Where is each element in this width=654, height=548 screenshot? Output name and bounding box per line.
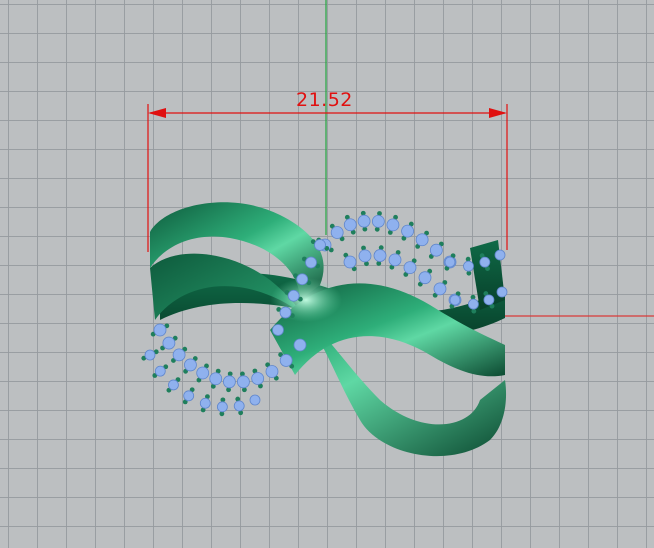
viewport-scene [141, 0, 654, 457]
pave-stone [279, 306, 292, 319]
pave-stone [314, 239, 326, 251]
pave-stone [249, 394, 261, 406]
dimension-arrow-left-icon [148, 108, 166, 118]
pave-stone [251, 372, 265, 385]
pave-stone [433, 282, 447, 296]
pave-stone [216, 401, 228, 413]
pave-stone [296, 273, 309, 286]
pave-stone [272, 324, 284, 336]
pave-stone [172, 348, 186, 362]
pave-stone [358, 249, 372, 263]
pave-stone [199, 397, 211, 409]
pave-stone [287, 289, 300, 302]
pave-stone [154, 365, 166, 377]
pave-stone [183, 390, 195, 402]
dimension-arrow-right-icon [489, 108, 507, 118]
pave-stone [496, 286, 508, 298]
pave-stone [196, 366, 210, 380]
pave-stone [494, 249, 506, 261]
pave-stone [371, 214, 385, 228]
pave-stone [233, 400, 245, 412]
pave-stone [463, 260, 474, 272]
perspective-viewport[interactable]: 21.52 [0, 0, 654, 548]
pave-stone [357, 214, 371, 228]
pave-stone [144, 349, 156, 361]
pave-stone [237, 375, 250, 389]
ring-model[interactable] [141, 202, 508, 457]
pave-stone [168, 379, 179, 391]
pave-stone [386, 218, 400, 232]
pave-stone [449, 294, 461, 306]
pave-stone [305, 256, 317, 269]
pave-stone [468, 298, 479, 310]
pave-stone [483, 294, 495, 306]
pave-stone [343, 218, 357, 232]
pave-stone [184, 358, 197, 372]
pave-stone [265, 365, 279, 378]
pave-stone [479, 256, 491, 268]
dimension-value: 21.52 [296, 89, 353, 111]
pave-stone [330, 226, 344, 239]
pave-stone [415, 233, 429, 247]
pave-stone [429, 243, 443, 257]
pave-stone [209, 372, 223, 386]
pave-stone [162, 336, 176, 350]
pave-stone [403, 261, 417, 275]
pave-stone [153, 323, 167, 337]
pave-stone [373, 249, 387, 262]
pave-stone [401, 224, 414, 238]
pave-stone [444, 256, 456, 268]
pave-stone [293, 338, 307, 352]
pave-stone [343, 255, 357, 269]
pave-stone [222, 375, 236, 389]
pave-stone [388, 253, 402, 267]
pave-stone [279, 354, 293, 367]
pave-stone [418, 271, 432, 285]
